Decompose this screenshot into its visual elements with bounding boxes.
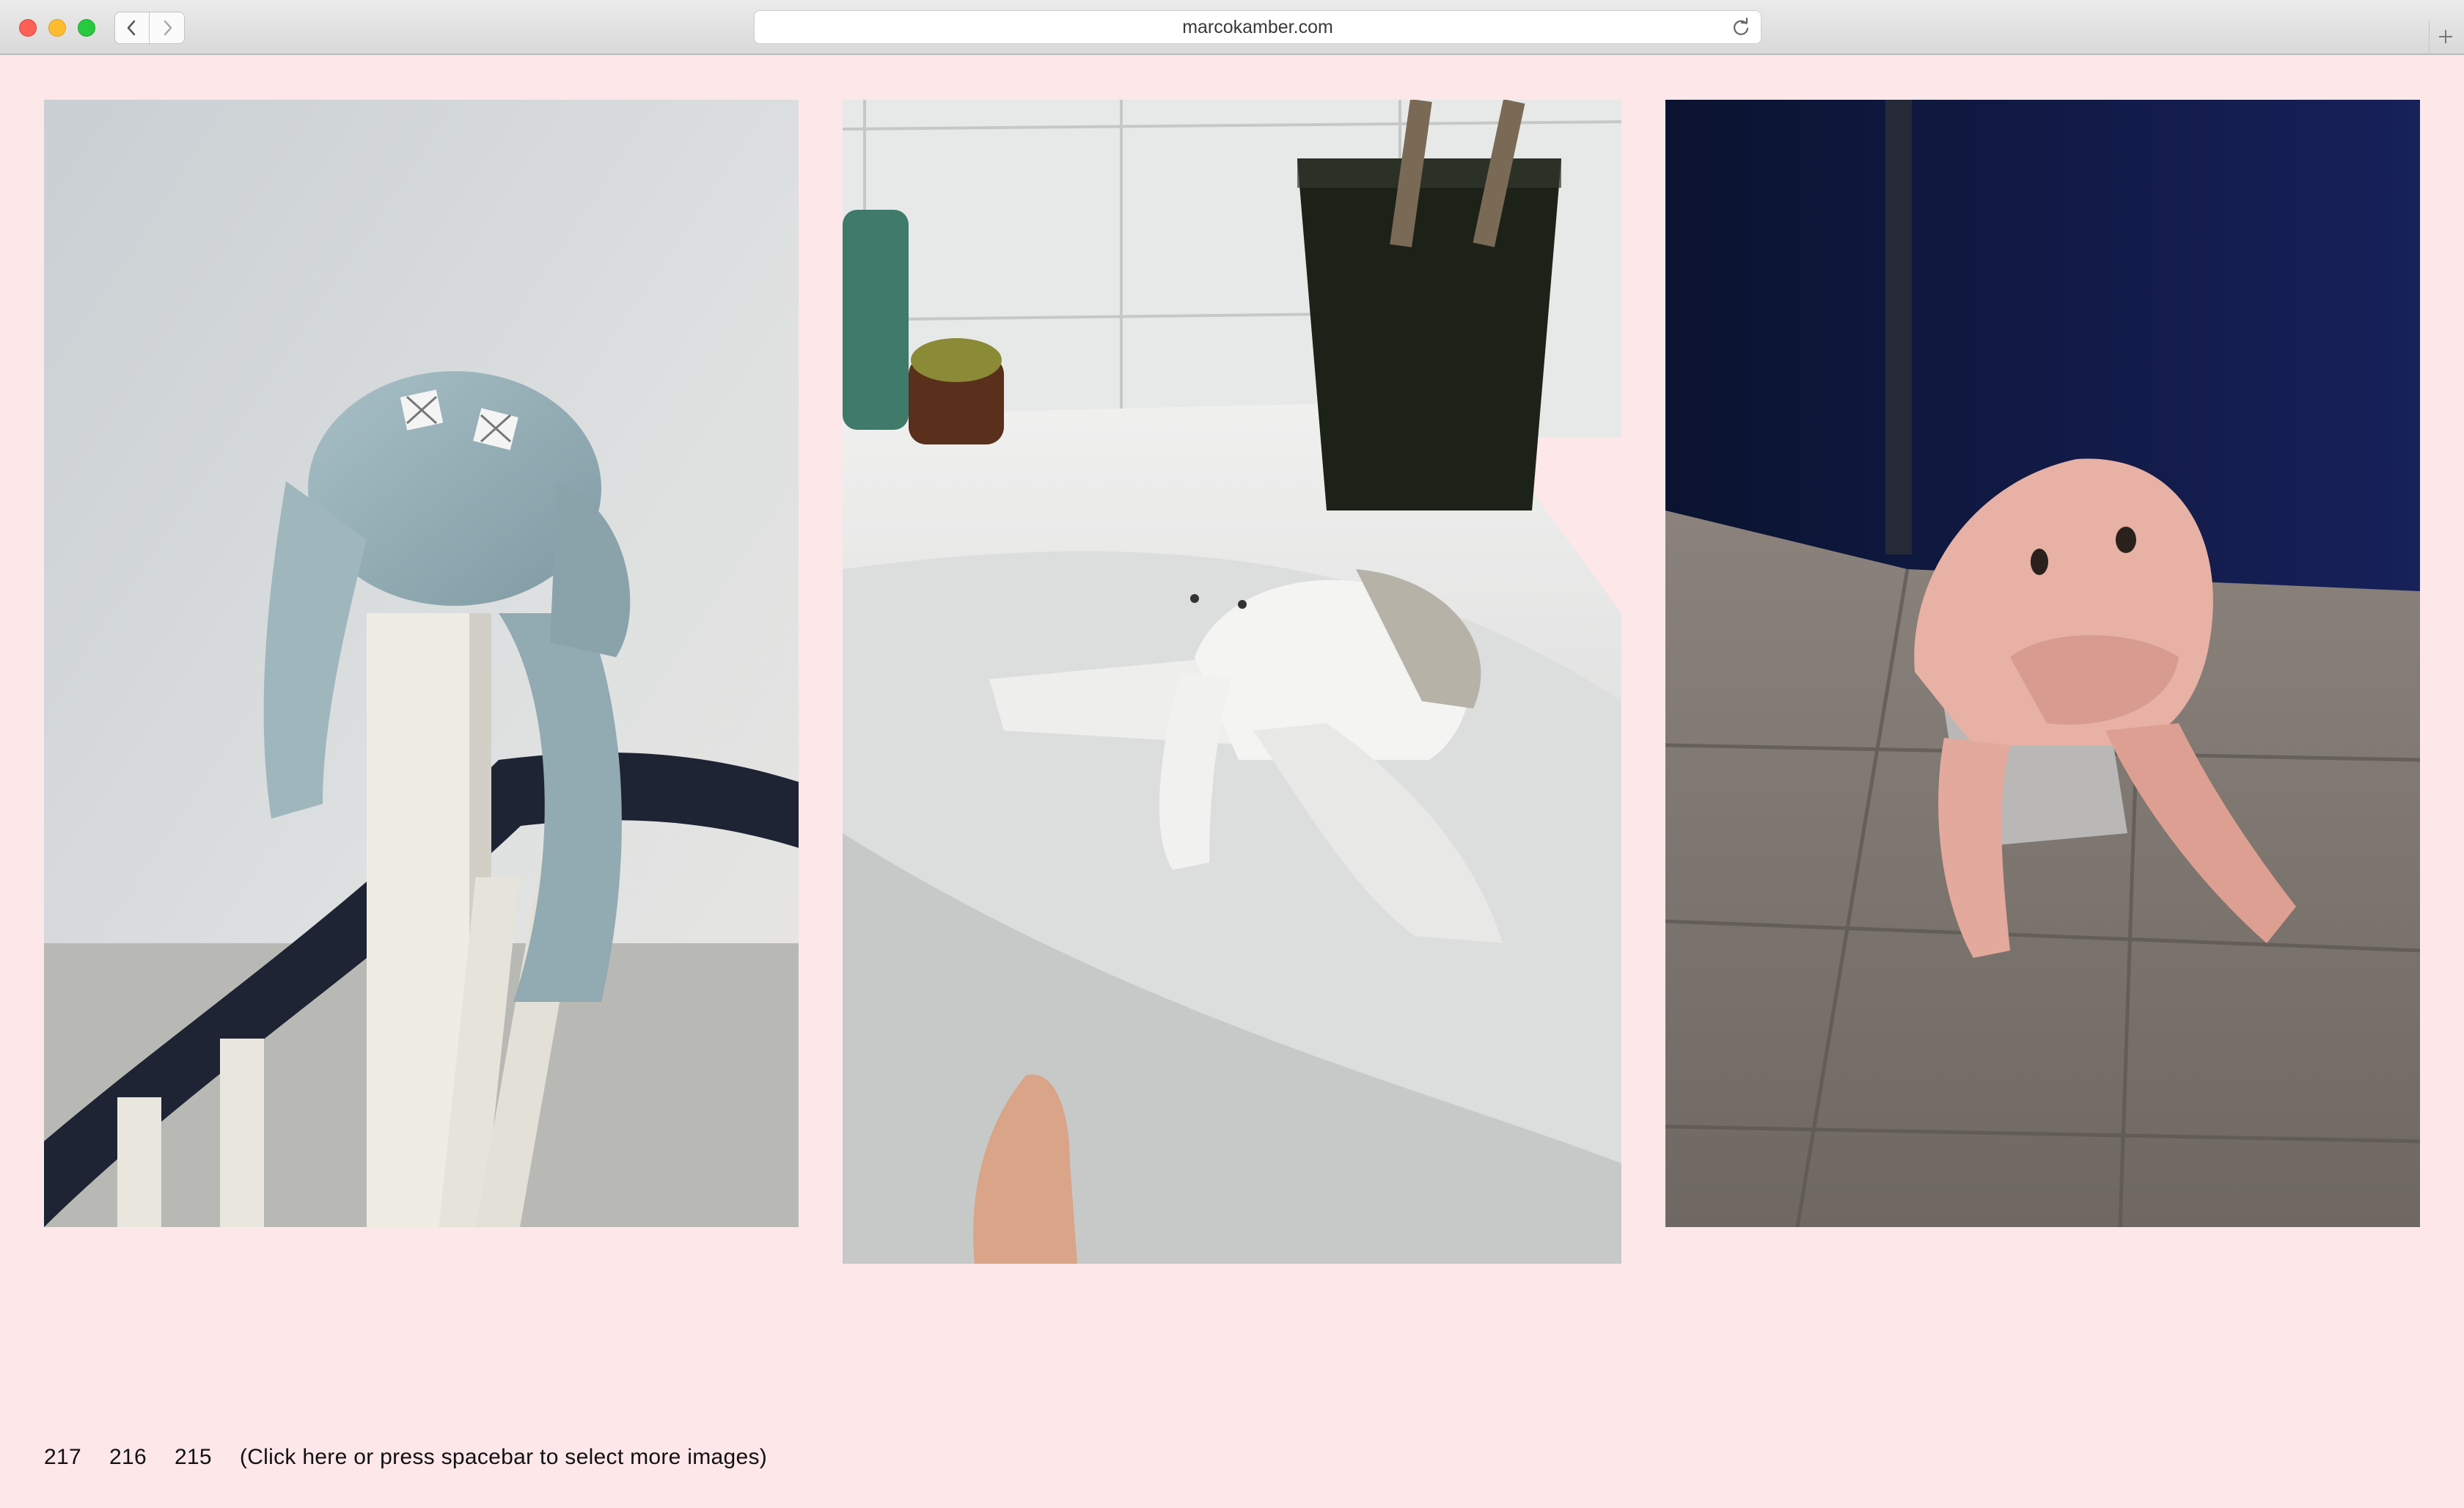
new-tab-button[interactable] xyxy=(2429,21,2461,53)
browser-titlebar: marcokamber.com xyxy=(0,0,2464,55)
back-button[interactable] xyxy=(114,12,150,44)
plus-icon xyxy=(2438,30,2452,43)
window-zoom-button[interactable] xyxy=(78,19,95,37)
footer-nav: 217 216 215 (Click here or press spaceba… xyxy=(44,1445,767,1470)
gallery-image-1[interactable] xyxy=(44,100,799,1227)
reload-icon[interactable] xyxy=(1731,18,1750,37)
image-number-link[interactable]: 216 xyxy=(109,1445,147,1470)
image-number-link[interactable]: 215 xyxy=(175,1445,212,1470)
chevron-right-icon xyxy=(164,20,172,36)
address-bar-url: marcokamber.com xyxy=(1182,16,1333,37)
gallery-image-2[interactable] xyxy=(843,100,1621,1264)
select-more-images-link[interactable]: (Click here or press spacebar to select … xyxy=(240,1445,767,1470)
image-number-link[interactable]: 217 xyxy=(44,1445,81,1470)
address-bar[interactable]: marcokamber.com xyxy=(754,10,1761,44)
chevron-left-icon xyxy=(127,20,136,36)
window-minimize-button[interactable] xyxy=(48,19,66,37)
window-close-button[interactable] xyxy=(19,19,37,37)
forward-button[interactable] xyxy=(150,12,185,44)
gallery-image-3[interactable] xyxy=(1665,100,2420,1227)
